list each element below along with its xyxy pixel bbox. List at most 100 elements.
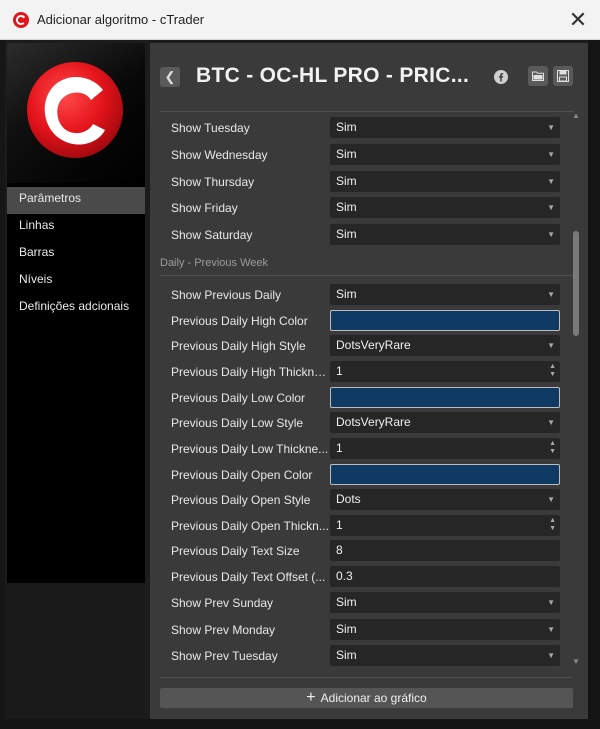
sidebar-lower-panel <box>7 583 145 719</box>
param-select[interactable]: Sim ▼ <box>330 284 560 305</box>
param-label: Previous Daily High Color <box>171 314 308 328</box>
param-number[interactable]: 1 ▲ ▼ <box>330 438 560 459</box>
back-button[interactable]: ❮ <box>160 67 180 87</box>
param-select[interactable]: Sim ▼ <box>330 224 560 245</box>
chevron-down-icon: ▼ <box>547 598 555 607</box>
panel-header: ❮ BTC - OC-HL PRO - PRIC... <box>150 43 588 111</box>
chevron-down-icon: ▼ <box>547 230 555 239</box>
page-title: BTC - OC-HL PRO - PRIC... <box>196 64 470 87</box>
chevron-down-icon: ▼ <box>547 177 555 186</box>
param-label: Show Prev Monday <box>171 623 276 637</box>
param-number[interactable]: 8 <box>330 540 560 561</box>
footer-divider <box>160 677 572 678</box>
param-label: Previous Daily High Thickness <box>171 365 329 379</box>
param-row: Previous Daily High Style DotsVeryRare ▼ <box>150 333 570 359</box>
param-value: Dots <box>336 492 361 506</box>
param-select[interactable]: Sim ▼ <box>330 197 560 218</box>
facebook-icon[interactable] <box>494 70 508 84</box>
param-value: 0.3 <box>336 569 353 583</box>
param-row: Previous Daily High Color <box>150 308 570 334</box>
param-select[interactable]: Sim ▼ <box>330 144 560 165</box>
param-value: 1 <box>336 441 343 455</box>
spinner-icon[interactable]: ▲ ▼ <box>549 363 556 379</box>
plus-icon: + <box>306 689 316 706</box>
param-select[interactable]: DotsVeryRare ▼ <box>330 335 560 356</box>
param-value: DotsVeryRare <box>336 338 411 352</box>
add-to-chart-button[interactable]: + Adicionar ao gráfico <box>160 688 573 708</box>
param-row: Previous Daily Open Style Dots ▼ <box>150 487 570 513</box>
param-row: Previous Daily Low Thickne... 1 ▲ ▼ <box>150 436 570 462</box>
close-icon[interactable]: ✕ <box>556 0 600 40</box>
param-row: Show Saturday Sim ▼ <box>150 222 570 248</box>
sidebar-item-definicoes[interactable]: Definições adcionais <box>7 295 145 322</box>
param-label: Previous Daily Open Thickn... <box>171 519 329 533</box>
param-value: Sim <box>336 648 357 662</box>
sidebar-nav: Parâmetros Linhas Barras Níveis Definiçõ… <box>7 187 145 322</box>
param-value: Sim <box>336 622 357 636</box>
param-label: Show Saturday <box>171 228 253 242</box>
chevron-down-icon: ▼ <box>547 290 555 299</box>
param-number[interactable]: 0.3 <box>330 566 560 587</box>
param-number[interactable]: 1 ▲ ▼ <box>330 361 560 382</box>
param-row: Previous Daily Text Size 8 <box>150 538 570 564</box>
param-value: Sim <box>336 120 357 134</box>
add-to-chart-label: Adicionar ao gráfico <box>320 691 427 705</box>
param-select[interactable]: DotsVeryRare ▼ <box>330 412 560 433</box>
open-folder-button[interactable] <box>528 66 548 86</box>
param-label: Previous Daily Open Color <box>171 468 313 482</box>
param-select[interactable]: Sim ▼ <box>330 619 560 640</box>
save-icon <box>557 70 569 82</box>
param-label: Previous Daily High Style <box>171 339 306 353</box>
color-picker[interactable] <box>330 310 560 331</box>
param-label: Previous Daily Open Style <box>171 493 311 507</box>
param-select[interactable]: Dots ▼ <box>330 489 560 510</box>
param-select[interactable]: Sim ▼ <box>330 645 560 666</box>
param-row: Show Wednesday Sim ▼ <box>150 142 570 168</box>
sidebar-item-niveis[interactable]: Níveis <box>7 268 145 295</box>
sidebar-item-linhas[interactable]: Linhas <box>7 214 145 241</box>
param-label: Show Thursday <box>171 175 255 189</box>
color-picker[interactable] <box>330 464 560 485</box>
sidebar-item-barras[interactable]: Barras <box>7 241 145 268</box>
param-label: Show Tuesday <box>171 121 250 135</box>
param-label: Previous Daily Low Style <box>171 416 304 430</box>
param-select[interactable]: Sim ▼ <box>330 592 560 613</box>
save-button[interactable] <box>553 66 573 86</box>
spinner-icon[interactable]: ▲ ▼ <box>549 440 556 456</box>
chevron-down-icon: ▼ <box>547 123 555 132</box>
param-label: Show Prev Tuesday <box>171 649 278 663</box>
chevron-down-icon: ▼ <box>547 341 555 350</box>
vertical-scrollbar[interactable]: ▲ ▼ <box>570 111 582 667</box>
param-row: Previous Daily Low Color <box>150 385 570 411</box>
sidebar-item-parametros[interactable]: Parâmetros <box>7 187 145 214</box>
param-row: Previous Daily Open Color <box>150 462 570 488</box>
chevron-left-icon: ❮ <box>164 69 176 84</box>
param-label: Previous Daily Low Thickne... <box>171 442 329 456</box>
window-title: Adicionar algoritmo - cTrader <box>37 12 205 27</box>
param-row: Previous Daily High Thickness 1 ▲ ▼ <box>150 359 570 385</box>
param-select[interactable]: Sim ▼ <box>330 171 560 192</box>
chevron-down-icon: ▼ <box>547 651 555 660</box>
left-edge <box>0 40 5 729</box>
param-value: Sim <box>336 287 357 301</box>
sidebar <box>7 43 145 719</box>
param-value: 8 <box>336 543 343 557</box>
color-picker[interactable] <box>330 387 560 408</box>
param-row: Show Prev Tuesday Sim ▼ <box>150 643 570 667</box>
chevron-down-icon: ▼ <box>547 495 555 504</box>
param-row: Show Tuesday Sim ▼ <box>150 115 570 141</box>
param-label: Previous Daily Text Size <box>171 544 300 558</box>
spinner-icon[interactable]: ▲ ▼ <box>549 517 556 533</box>
param-number[interactable]: 1 ▲ ▼ <box>330 515 560 536</box>
param-row: Show Previous Daily Sim ▼ <box>150 282 570 308</box>
right-edge <box>588 40 600 729</box>
param-value: Sim <box>336 595 357 609</box>
top-divider <box>160 111 574 112</box>
param-label: Show Wednesday <box>171 148 268 162</box>
scroll-down-icon[interactable]: ▼ <box>570 657 582 666</box>
param-select[interactable]: Sim ▼ <box>330 117 560 138</box>
parameters-list[interactable]: Show Tuesday Sim ▼ Show Wednesday Sim ▼ Sh… <box>150 111 588 667</box>
section-divider <box>160 275 574 276</box>
scrollbar-thumb[interactable] <box>573 231 579 336</box>
scroll-up-icon[interactable]: ▲ <box>570 111 582 120</box>
